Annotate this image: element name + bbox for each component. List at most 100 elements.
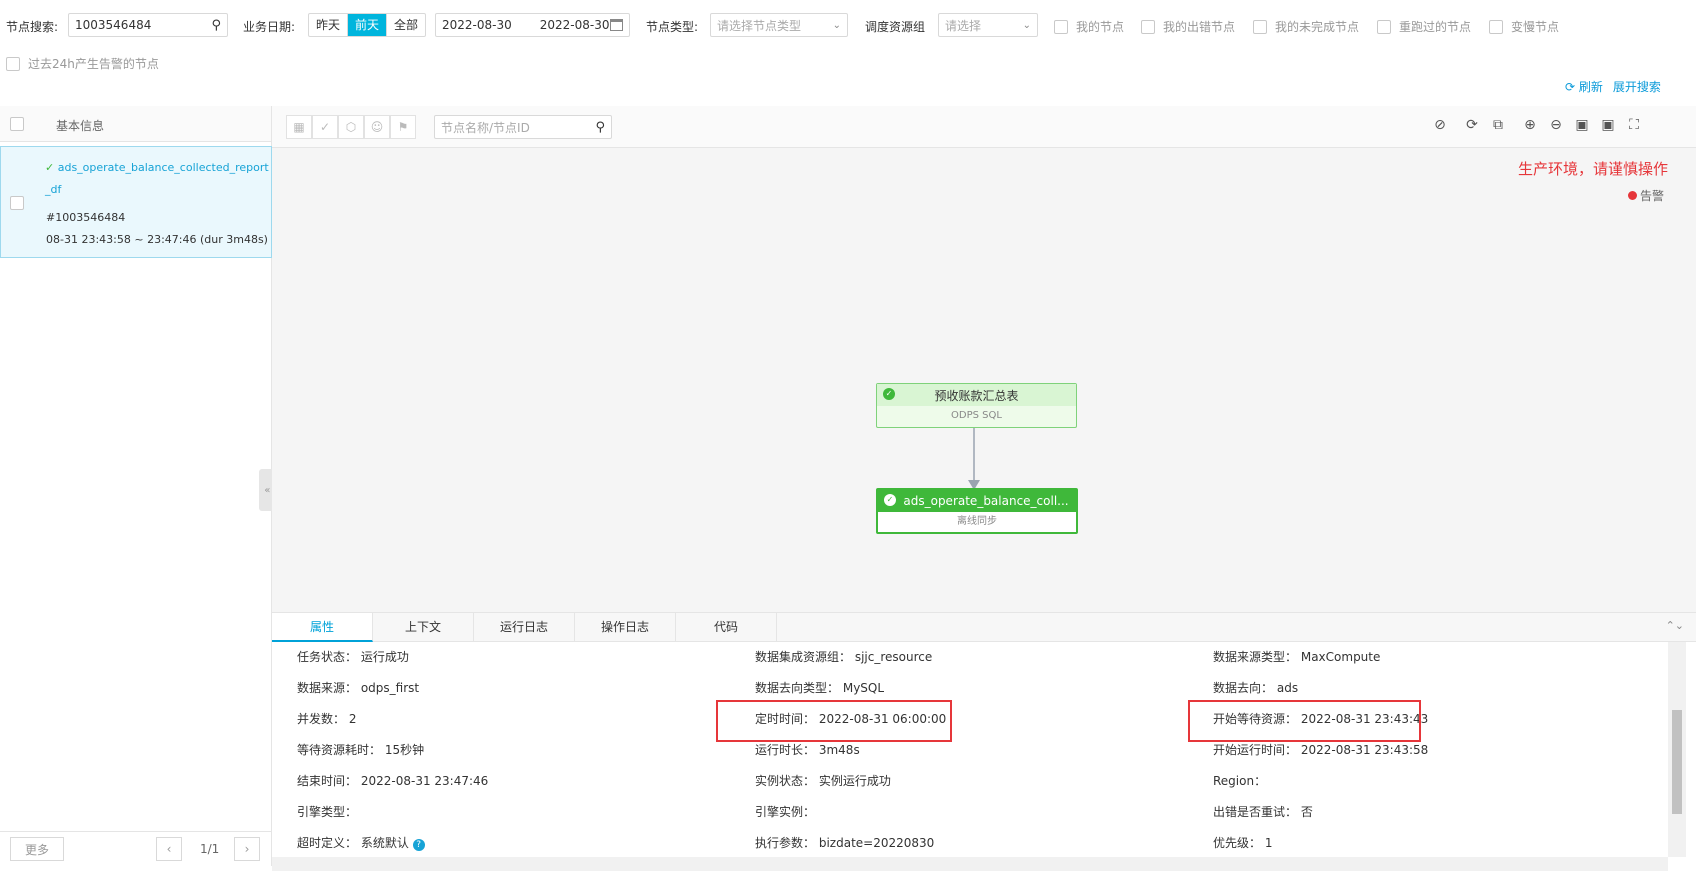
checkbox-alert-24h[interactable]: 过去24h产生告警的节点	[6, 55, 159, 72]
checkbox[interactable]	[1141, 19, 1155, 34]
resource-group-label: 调度资源组	[865, 20, 926, 34]
grid-icon[interactable]: ▦	[286, 115, 312, 139]
expand-search-link[interactable]: 展开搜索	[1613, 78, 1661, 95]
node-type-select[interactable]: 请选择节点类型 ⌄	[710, 13, 848, 37]
prop-row: 引擎实例：	[755, 803, 815, 820]
collapse-expand-icon[interactable]: ⌃⌄	[1666, 619, 1684, 632]
prop-key: 优先级：	[1213, 836, 1262, 850]
resource-group-placeholder: 请选择	[945, 18, 982, 33]
dag-node-upstream[interactable]: ✓ 预收账款汇总表 ODPS SQL	[876, 383, 1077, 428]
tab-code[interactable]: 代码	[676, 613, 777, 642]
checkbox-rerun-nodes[interactable]: 重跑过的节点	[1377, 18, 1471, 35]
prop-key: 超时定义：	[297, 836, 358, 850]
prop-key: 数据集成资源组：	[755, 650, 852, 664]
properties-scrollbar-vertical[interactable]	[1668, 642, 1686, 857]
page-indicator: 1/1	[200, 842, 220, 856]
node-type: 离线同步	[957, 516, 997, 527]
user-icon[interactable]: ☺	[364, 115, 390, 139]
next-page-button[interactable]: ›	[234, 837, 260, 861]
more-button[interactable]: 更多	[10, 837, 64, 861]
prop-row: 实例状态： 实例运行成功	[755, 772, 891, 789]
copy-icon[interactable]: ⧉	[1488, 117, 1508, 133]
dag-node-current[interactable]: ✓ ads_operate_balance_coll... 离线同步	[876, 488, 1078, 534]
prop-row: Region：	[1213, 772, 1266, 789]
fullscreen-icon[interactable]: ⛶	[1624, 117, 1644, 133]
prop-value: 否	[1300, 805, 1313, 819]
checkbox[interactable]	[1489, 19, 1503, 34]
checkbox[interactable]	[1377, 19, 1391, 34]
date-range-picker[interactable]: 2022-08-30 2022-08-30	[435, 13, 630, 37]
prop-key: 引擎实例：	[755, 805, 816, 819]
checkbox-my-error-nodes[interactable]: 我的出错节点	[1141, 18, 1235, 35]
prop-key: 等待资源耗时：	[297, 743, 382, 757]
search-icon[interactable]: ⚲	[595, 120, 605, 135]
checkbox[interactable]	[1054, 19, 1068, 34]
tab-run-log[interactable]: 运行日志	[474, 613, 575, 642]
checkbox-my-unfinished-nodes[interactable]: 我的未完成节点	[1253, 18, 1359, 35]
actual-size-icon[interactable]: ▣	[1572, 117, 1592, 133]
instance-list-panel: 基本信息 ✓ ads_operate_balance_collected_rep…	[0, 106, 272, 866]
chevron-down-icon: ⌄	[832, 19, 841, 31]
fit-icon[interactable]: ▣	[1598, 117, 1618, 133]
prop-row: 数据来源： odps_first	[297, 679, 419, 696]
checkbox-my-nodes[interactable]: 我的节点	[1054, 18, 1124, 35]
refresh-link[interactable]: ⟳ 刷新	[1565, 78, 1603, 95]
properties-scrollbar-horizontal[interactable]	[272, 857, 1668, 871]
prop-key: 数据来源类型：	[1213, 650, 1298, 664]
select-all-checkbox[interactable]	[10, 117, 24, 131]
prop-row: 数据去向： ads	[1213, 679, 1298, 696]
date-shortcut-group: 昨天 前天 全部	[308, 13, 427, 37]
prop-value: bizdate=20220830	[818, 836, 935, 850]
flag-icon[interactable]: ⚑	[390, 115, 416, 139]
date-option-yesterday[interactable]: 昨天	[309, 14, 349, 36]
instance-list-header: 基本信息	[0, 106, 271, 142]
prop-key: 执行参数：	[755, 836, 816, 850]
dag-edge	[968, 428, 980, 490]
checkbox[interactable]	[6, 56, 20, 71]
prop-key: 数据来源：	[297, 681, 358, 695]
item-name-line1[interactable]: ads_operate_balance_collected_report	[58, 161, 269, 174]
check-circle-icon[interactable]: ✓	[312, 115, 338, 139]
checkbox-label: 重跑过的节点	[1399, 20, 1472, 34]
prop-key: 引擎类型：	[297, 805, 358, 819]
checkbox-slow-nodes[interactable]: 变慢节点	[1489, 18, 1559, 35]
zoom-out-icon[interactable]: ⊖	[1546, 117, 1566, 133]
prop-value: MaxCompute	[1300, 650, 1381, 664]
date-start: 2022-08-30	[442, 18, 512, 32]
date-option-all[interactable]: 全部	[387, 14, 425, 36]
node-search-input[interactable]: 1003546484 ⚲	[68, 13, 228, 37]
node-type: ODPS SQL	[951, 410, 1002, 421]
detail-tabs: 属性 上下文 运行日志 操作日志 代码 ⌃⌄	[272, 612, 1696, 642]
refresh-icon: ⟳	[1565, 80, 1576, 94]
prop-value: ads	[1276, 681, 1299, 695]
cube-icon[interactable]: ⬡	[338, 115, 364, 139]
checkbox[interactable]	[1253, 19, 1267, 34]
tab-properties[interactable]: 属性	[272, 613, 373, 642]
resource-group-select[interactable]: 请选择 ⌄	[938, 13, 1038, 37]
prop-row: 数据去向类型： MySQL	[755, 679, 884, 696]
zoom-in-icon[interactable]: ⊕	[1520, 117, 1540, 133]
tab-operation-log[interactable]: 操作日志	[575, 613, 676, 642]
graph-node-search-input[interactable]: 节点名称/节点ID ⚲	[434, 115, 612, 139]
node-title: 预收账款汇总表	[934, 388, 1019, 403]
hide-icon[interactable]: ⊘	[1430, 117, 1450, 133]
search-icon[interactable]: ⚲	[211, 18, 221, 33]
prev-page-button[interactable]: ‹	[156, 837, 182, 861]
scrollbar-thumb[interactable]	[1672, 710, 1682, 814]
tab-context[interactable]: 上下文	[373, 613, 474, 642]
prop-key: 任务状态：	[297, 650, 358, 664]
prop-row: 引擎类型：	[297, 803, 357, 820]
properties-panel: 任务状态： 运行成功 数据来源： odps_first 并发数： 2 等待资源耗…	[272, 642, 1668, 857]
help-icon[interactable]: ?	[412, 839, 425, 851]
refresh-icon[interactable]: ⟳	[1462, 117, 1482, 133]
dag-canvas[interactable]: 生产环境，请谨慎操作 告警 ✓ 预收账款汇总表 ODPS SQL ✓ ads_o…	[272, 148, 1696, 612]
date-option-day-before[interactable]: 前天	[348, 14, 388, 36]
item-name-line2[interactable]: _df	[45, 183, 61, 196]
success-circle-icon: ✓	[45, 161, 55, 174]
item-checkbox[interactable]	[10, 196, 24, 210]
refresh-label: 刷新	[1578, 80, 1603, 94]
checkbox-label: 过去24h产生告警的节点	[28, 57, 159, 71]
list-item[interactable]: ✓ ads_operate_balance_collected_report _…	[0, 146, 272, 258]
prop-row: 并发数： 2	[297, 710, 356, 727]
item-time: 08-31 23:43:58 ~ 23:47:46 (dur 3m48s)	[46, 233, 268, 246]
